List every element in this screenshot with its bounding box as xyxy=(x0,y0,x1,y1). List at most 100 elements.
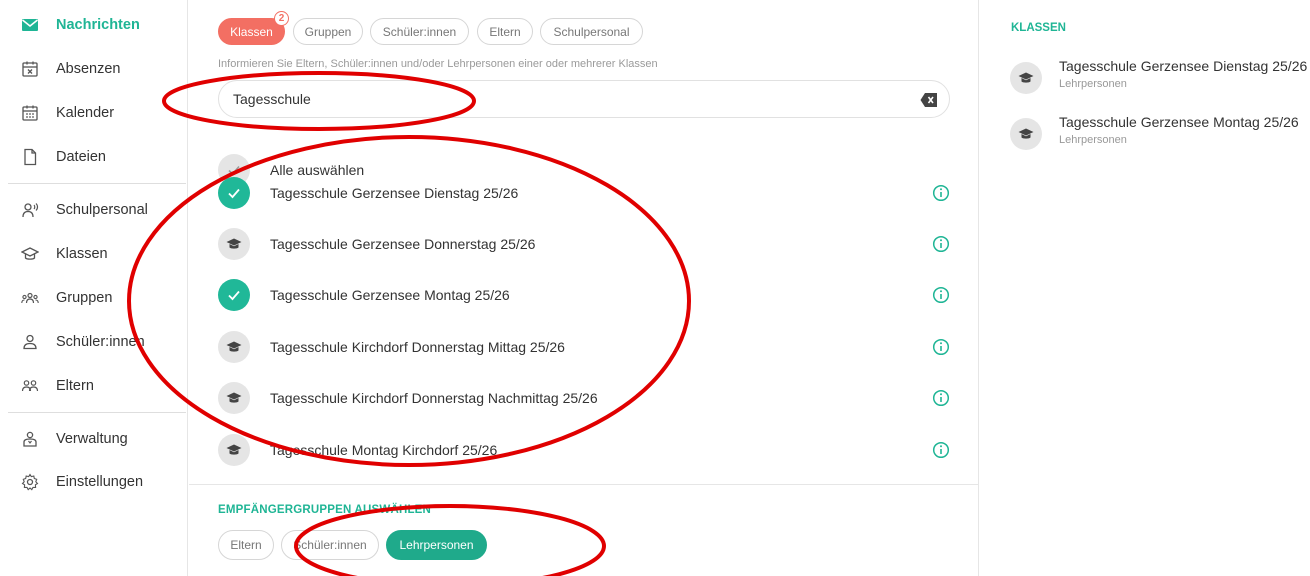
tab-label: Eltern xyxy=(489,24,521,39)
student-icon xyxy=(20,332,40,352)
class-row[interactable]: Tagesschule Gerzensee Montag 25/26 xyxy=(218,275,950,315)
sidebar-item-label: Nachrichten xyxy=(56,17,140,33)
recipient-eltern-chip[interactable]: Eltern xyxy=(218,530,274,560)
class-avatar xyxy=(1010,62,1042,94)
sidebar-item-label: Klassen xyxy=(56,246,108,262)
tab-gruppen[interactable]: Gruppen xyxy=(293,18,363,45)
sidebar-item-label: Kalender xyxy=(56,105,115,121)
class-name: Tagesschule Gerzensee Montag 25/26 xyxy=(270,287,510,303)
class-row[interactable]: Tagesschule Kirchdorf Donnerstag Mittag … xyxy=(218,327,950,367)
mail-icon xyxy=(20,15,40,35)
sidebar-item-label: Absenzen xyxy=(56,61,121,77)
sidebar-divider xyxy=(8,183,186,184)
tab-label: Klassen xyxy=(230,24,273,39)
selected-class-name: Tagesschule Gerzensee Dienstag 25/26 xyxy=(1059,58,1308,74)
sidebar-item-gruppen[interactable]: Gruppen xyxy=(20,283,180,313)
sidebar-item-label: Einstellungen xyxy=(56,474,144,490)
class-avatar[interactable] xyxy=(218,228,250,260)
sidebar-item-label: Eltern xyxy=(56,378,94,394)
class-name: Tagesschule Gerzensee Dienstag 25/26 xyxy=(270,185,519,201)
recipient-schueler-chip[interactable]: Schüler:innen xyxy=(281,530,379,560)
graduation-cap-icon xyxy=(226,444,242,455)
sidebar-item-label: Verwaltung xyxy=(56,431,128,447)
staff-icon xyxy=(20,200,40,220)
selected-checkbox[interactable] xyxy=(218,279,250,311)
admin-icon xyxy=(20,429,40,449)
panel-title: KLASSEN xyxy=(1011,22,1066,34)
selected-checkbox[interactable] xyxy=(218,177,250,209)
gear-icon xyxy=(20,472,40,492)
parents-icon xyxy=(20,376,40,396)
selected-class-role: Lehrpersonen xyxy=(1059,78,1127,90)
info-icon[interactable] xyxy=(932,389,950,407)
count-badge: 2 xyxy=(274,11,289,26)
section-title: EMPFÄNGERGRUPPEN AUSWÄHLEN xyxy=(218,504,432,516)
graduation-cap-icon xyxy=(226,238,242,249)
selected-class-item[interactable]: Tagesschule Gerzensee Montag 25/26 Lehrp… xyxy=(1010,112,1310,156)
info-icon[interactable] xyxy=(932,441,950,459)
tab-label: Gruppen xyxy=(304,24,352,39)
sidebar-item-label: Gruppen xyxy=(56,290,113,306)
sidebar-item-nachrichten[interactable]: Nachrichten xyxy=(20,10,180,40)
tab-label: Schulpersonal xyxy=(553,24,630,39)
tab-label: Schüler:innen xyxy=(382,24,457,39)
class-name: Tagesschule Montag Kirchdorf 25/26 xyxy=(270,442,498,458)
chip-label: Lehrpersonen xyxy=(399,538,474,552)
graduation-cap-icon xyxy=(1018,72,1034,83)
search-field[interactable] xyxy=(218,80,950,118)
class-name: Tagesschule Kirchdorf Donnerstag Mittag … xyxy=(270,339,565,355)
check-icon xyxy=(228,188,240,199)
chip-label: Schüler:innen xyxy=(293,538,367,552)
graduation-cap-icon xyxy=(226,341,242,352)
calendar-x-icon xyxy=(20,59,40,79)
tab-schueler[interactable]: Schüler:innen xyxy=(370,18,469,45)
class-row[interactable]: Tagesschule Gerzensee Dienstag 25/26 xyxy=(218,173,950,213)
tab-schulpersonal[interactable]: Schulpersonal xyxy=(540,18,643,45)
main-panel: Klassen 2 Gruppen Schüler:innen Eltern S… xyxy=(189,0,979,576)
sidebar-item-klassen[interactable]: Klassen xyxy=(20,239,180,269)
sidebar-divider xyxy=(8,412,186,413)
graduation-cap-icon xyxy=(226,392,242,403)
selected-class-item[interactable]: Tagesschule Gerzensee Dienstag 25/26 Leh… xyxy=(1010,56,1310,100)
selected-class-role: Lehrpersonen xyxy=(1059,134,1127,146)
info-icon[interactable] xyxy=(932,184,950,202)
info-icon[interactable] xyxy=(932,338,950,356)
recipient-lehrpersonen-chip[interactable]: Lehrpersonen xyxy=(386,530,487,560)
file-icon xyxy=(20,147,40,167)
class-row[interactable]: Tagesschule Montag Kirchdorf 25/26 xyxy=(218,430,950,470)
sidebar-item-label: Schulpersonal xyxy=(56,202,148,218)
sidebar-item-label: Dateien xyxy=(56,149,106,165)
clear-icon[interactable] xyxy=(920,92,938,108)
info-icon[interactable] xyxy=(932,286,950,304)
sidebar-item-verwaltung[interactable]: Verwaltung xyxy=(20,424,180,454)
class-row[interactable]: Tagesschule Kirchdorf Donnerstag Nachmit… xyxy=(218,378,950,418)
sidebar-item-schueler[interactable]: Schüler:innen xyxy=(20,327,180,357)
class-avatar[interactable] xyxy=(218,434,250,466)
class-avatar xyxy=(1010,118,1042,150)
check-icon xyxy=(228,290,240,301)
graduation-cap-icon xyxy=(1018,128,1034,139)
calendar-icon xyxy=(20,103,40,123)
tab-eltern[interactable]: Eltern xyxy=(477,18,533,45)
class-row[interactable]: Tagesschule Gerzensee Donnerstag 25/26 xyxy=(218,224,950,264)
selected-class-name: Tagesschule Gerzensee Montag 25/26 xyxy=(1059,114,1299,130)
sidebar-item-label: Schüler:innen xyxy=(56,334,145,350)
search-input[interactable] xyxy=(233,91,893,107)
class-avatar[interactable] xyxy=(218,382,250,414)
graduation-cap-icon xyxy=(20,244,40,264)
recipient-groups-section: EMPFÄNGERGRUPPEN AUSWÄHLEN Eltern Schüle… xyxy=(189,484,979,576)
sidebar-item-schulpersonal[interactable]: Schulpersonal xyxy=(20,195,180,225)
class-name: Tagesschule Gerzensee Donnerstag 25/26 xyxy=(270,236,536,252)
sidebar-item-einstellungen[interactable]: Einstellungen xyxy=(20,467,180,497)
sidebar-item-kalender[interactable]: Kalender xyxy=(20,98,180,128)
sidebar-item-eltern[interactable]: Eltern xyxy=(20,371,180,401)
selected-classes-panel: KLASSEN Tagesschule Gerzensee Dienstag 2… xyxy=(980,0,1310,576)
class-avatar[interactable] xyxy=(218,331,250,363)
sidebar-item-absenzen[interactable]: Absenzen xyxy=(20,54,180,84)
chip-label: Eltern xyxy=(230,538,262,552)
sidebar-item-dateien[interactable]: Dateien xyxy=(20,142,180,172)
hint-text: Informieren Sie Eltern, Schüler:innen un… xyxy=(218,58,658,70)
class-name: Tagesschule Kirchdorf Donnerstag Nachmit… xyxy=(270,390,598,406)
group-icon xyxy=(20,288,40,308)
info-icon[interactable] xyxy=(932,235,950,253)
